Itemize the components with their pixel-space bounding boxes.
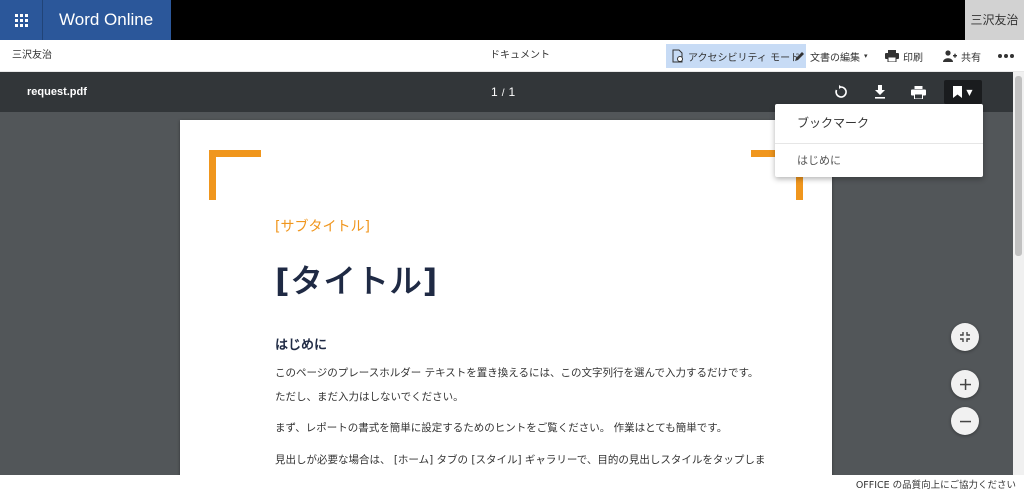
share-label: 共有 [961, 52, 981, 64]
fit-to-page-icon [960, 332, 970, 342]
plus-icon [959, 378, 971, 390]
chevron-down-icon: ▾ [864, 52, 868, 60]
more-dots-icon [998, 54, 1002, 58]
document-title: [タイトル] [275, 262, 439, 300]
fit-page-button[interactable] [951, 323, 979, 351]
app-header: Word Online 三沢友治 [0, 0, 1024, 40]
add-person-icon [943, 50, 957, 62]
rotate-button[interactable] [831, 82, 851, 102]
accessibility-doc-icon [672, 49, 683, 63]
vertical-scrollbar[interactable] [1013, 72, 1024, 475]
command-bar: 三沢友治 ドキュメント アクセシビリティ モード 文書の編集 ▾ 印刷 共有 [0, 40, 1024, 72]
bookmark-dropdown-title: ブックマーク [797, 116, 870, 130]
document-subtitle: [サブタイトル] [275, 219, 370, 235]
accessibility-mode-button[interactable]: アクセシビリティ モード [666, 44, 807, 68]
print-label: 印刷 [903, 52, 923, 64]
printer-icon [910, 85, 926, 99]
more-options-button[interactable] [998, 44, 1014, 68]
minus-icon [959, 420, 971, 422]
account-button[interactable]: 三沢友治 [965, 0, 1024, 40]
bookmark-icon [953, 86, 963, 98]
bookmark-menu-button[interactable]: ▼ [944, 80, 982, 104]
download-button[interactable] [870, 82, 890, 102]
print-pdf-button[interactable] [908, 82, 928, 102]
pencil-icon [795, 52, 804, 61]
file-name: request.pdf [27, 86, 87, 98]
total-pages: 1 [508, 85, 516, 99]
chevron-down-icon: ▼ [966, 87, 973, 97]
status-bar: OFFICE の品質向上にご協力ください [0, 475, 1024, 492]
page-indicator: 1/1 [491, 85, 516, 99]
zoom-in-button[interactable] [951, 370, 979, 398]
document-page: [サブタイトル] [タイトル] はじめに このページのプレースホルダー テキスト… [180, 120, 832, 475]
section-heading: はじめに [275, 338, 328, 353]
edit-document-label: 文書の編集 [810, 52, 860, 64]
paragraph: 見出しが必要な場合は、 [ホーム] タブの [スタイル] ギャラリーで、目的の見… [275, 454, 766, 466]
divider [775, 143, 983, 144]
zoom-out-button[interactable] [951, 407, 979, 435]
bookmark-dropdown: ブックマーク はじめに [775, 104, 983, 177]
print-button[interactable]: 印刷 [879, 44, 929, 68]
feedback-link[interactable]: OFFICE の品質向上にご協力ください [856, 477, 1016, 491]
app-title[interactable]: Word Online [42, 0, 171, 40]
edit-document-button[interactable]: 文書の編集 ▾ [788, 44, 874, 68]
waffle-icon [14, 13, 28, 27]
breadcrumb-user[interactable]: 三沢友治 [12, 40, 52, 72]
paragraph: このページのプレースホルダー テキストを置き換えるには、この文字列行を選んで入力… [275, 367, 759, 379]
paragraph: ただし、まだ入力はしないでください。 [275, 391, 464, 403]
scrollbar-thumb[interactable] [1015, 76, 1022, 256]
bookmark-item[interactable]: はじめに [797, 152, 841, 168]
paragraph: まず、レポートの書式を簡単に設定するためのヒントをご覧ください。 作業はとても簡… [275, 422, 728, 434]
document-name[interactable]: ドキュメント [490, 40, 550, 72]
corner-decoration-left [209, 150, 261, 200]
rotate-icon [835, 85, 847, 98]
printer-icon [885, 50, 899, 62]
download-icon [875, 85, 885, 99]
share-button[interactable]: 共有 [937, 44, 987, 68]
app-launcher-button[interactable] [0, 0, 42, 40]
accessibility-mode-label: アクセシビリティ モード [688, 52, 801, 64]
current-page[interactable]: 1 [491, 85, 498, 99]
